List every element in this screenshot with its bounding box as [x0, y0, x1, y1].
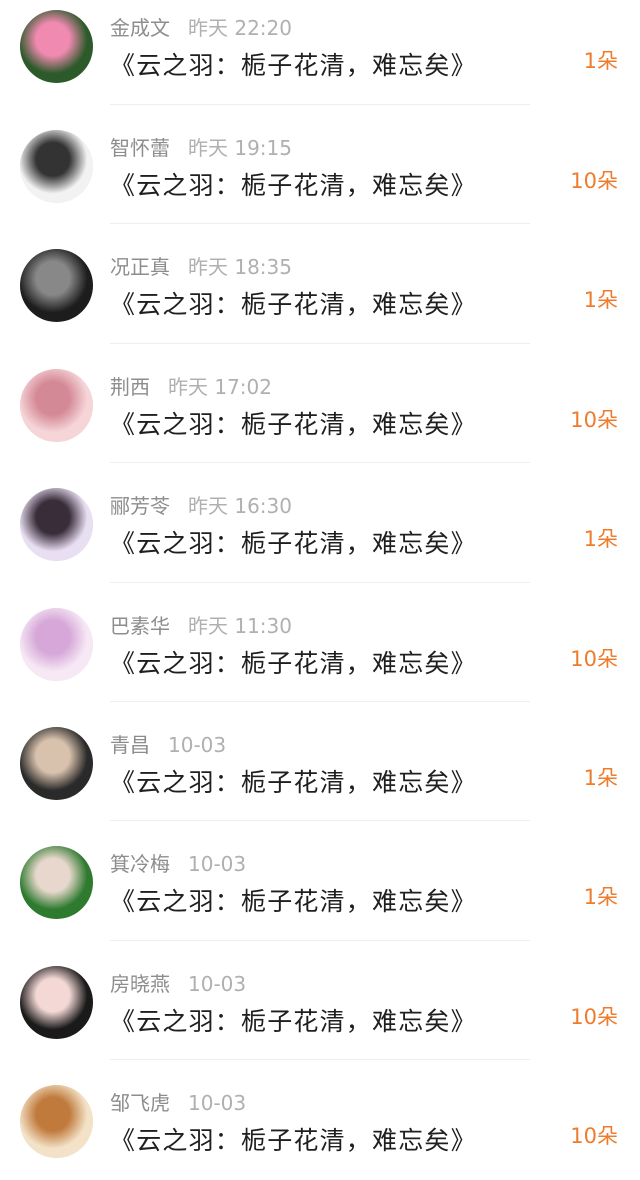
work-title[interactable]: 《云之羽：栀子花清，难忘矣》	[110, 524, 477, 560]
young-man-avatar-icon[interactable]	[20, 726, 93, 800]
flower-count: 1朵	[583, 885, 618, 910]
username[interactable]: 况正真	[110, 251, 170, 280]
person-dark-avatar-icon[interactable]	[20, 249, 93, 323]
work-title[interactable]: 《云之羽：栀子花清，难忘矣》	[110, 166, 477, 202]
flower-count: 10朵	[570, 646, 618, 671]
list-item[interactable]: 智怀蕾 昨天 19:15 《云之羽：栀子花清，难忘矣》 10朵	[0, 105, 640, 225]
list-item[interactable]: 巴素华 昨天 11:30 《云之羽：栀子花清，难忘矣》 10朵	[0, 583, 640, 702]
work-title[interactable]: 《云之羽：栀子花清，难忘矣》	[110, 46, 477, 82]
anime-girl-avatar-icon[interactable]	[20, 368, 93, 442]
timestamp: 10-03	[188, 852, 247, 877]
anime-pink-avatar-icon[interactable]	[20, 607, 93, 681]
flower-count: 10朵	[570, 1004, 618, 1029]
list-item[interactable]: 邹飞虎 10-03 《云之羽：栀子花清，难忘矣》 10朵	[0, 1060, 640, 1179]
timestamp: 昨天 22:20	[188, 16, 292, 40]
person-monochrome-avatar-icon[interactable]	[20, 130, 93, 203]
meta-row: 智怀蕾 昨天 19:15	[110, 132, 292, 162]
timestamp: 10-03	[168, 732, 227, 757]
anime-boy-avatar-icon[interactable]	[20, 1085, 93, 1159]
flower-count: 10朵	[570, 169, 618, 193]
work-title[interactable]: 《云之羽：栀子花清，难忘矣》	[110, 285, 477, 321]
timestamp: 昨天 16:30	[188, 494, 292, 519]
meta-row: 郦芳苓 昨天 16:30	[110, 490, 292, 520]
work-title[interactable]: 《云之羽：栀子花清，难忘矣》	[110, 644, 477, 680]
timestamp: 昨天 11:30	[188, 613, 292, 638]
green-cupcakes-avatar-icon[interactable]	[20, 846, 93, 920]
flower-count: 1朵	[583, 288, 618, 313]
username[interactable]: 智怀蕾	[110, 132, 170, 161]
list-item[interactable]: 青昌 10-03 《云之羽：栀子花清，难忘矣》 1朵	[0, 702, 640, 822]
list-item[interactable]: 郦芳苓 昨天 16:30 《云之羽：栀子花清，难忘矣》 1朵	[0, 463, 640, 583]
meta-row: 金成文 昨天 22:20	[110, 12, 292, 42]
list-item[interactable]: 况正真 昨天 18:35 《云之羽：栀子花清，难忘矣》 1朵	[0, 224, 640, 344]
list-item[interactable]: 金成文 昨天 22:20 《云之羽：栀子花清，难忘矣》 1朵	[0, 0, 640, 105]
meta-row: 巴素华 昨天 11:30	[110, 610, 292, 640]
work-title[interactable]: 《云之羽：栀子花清，难忘矣》	[110, 405, 477, 441]
flower-count: 10朵	[570, 1124, 618, 1149]
gift-records-list: 金成文 昨天 22:20 《云之羽：栀子花清，难忘矣》 1朵 智怀蕾 昨天 19:15 《云…	[0, 0, 640, 1180]
flower-count: 1朵	[583, 765, 618, 790]
flower-count: 1朵	[583, 527, 618, 552]
flower-count: 10朵	[570, 407, 618, 432]
username[interactable]: 荆西	[110, 371, 150, 400]
work-title[interactable]: 《云之羽：栀子花清，难忘矣》	[110, 763, 477, 799]
lotus-avatar-icon[interactable]	[20, 10, 93, 83]
list-item[interactable]: 箕冷梅 10-03 《云之羽：栀子花清，难忘矣》 1朵	[0, 821, 640, 941]
timestamp: 10-03	[188, 1091, 247, 1116]
girl-selfie-avatar-icon[interactable]	[20, 965, 93, 1039]
list-item[interactable]: 荆西 昨天 17:02 《云之羽：栀子花清，难忘矣》 10朵	[0, 344, 640, 464]
meta-row: 青昌 10-03	[110, 729, 226, 759]
username[interactable]: 青昌	[110, 729, 150, 758]
meta-row: 况正真 昨天 18:35	[110, 251, 292, 281]
couple-illustration-avatar-icon[interactable]	[20, 488, 93, 562]
timestamp: 昨天 18:35	[188, 255, 292, 280]
timestamp: 昨天 17:02	[168, 374, 272, 399]
username[interactable]: 房晓燕	[110, 968, 170, 997]
meta-row: 箕冷梅 10-03	[110, 848, 246, 878]
meta-row: 邹飞虎 10-03	[110, 1087, 246, 1117]
flower-count: 1朵	[583, 49, 618, 73]
username[interactable]: 郦芳苓	[110, 490, 170, 519]
timestamp: 昨天 19:15	[188, 136, 292, 160]
meta-row: 房晓燕 10-03	[110, 968, 246, 998]
username[interactable]: 金成文	[110, 12, 170, 41]
username[interactable]: 箕冷梅	[110, 848, 170, 877]
list-item[interactable]: 房晓燕 10-03 《云之羽：栀子花清，难忘矣》 10朵	[0, 941, 640, 1061]
work-title[interactable]: 《云之羽：栀子花清，难忘矣》	[110, 1002, 477, 1038]
work-title[interactable]: 《云之羽：栀子花清，难忘矣》	[110, 882, 477, 918]
username[interactable]: 邹飞虎	[110, 1087, 170, 1116]
username[interactable]: 巴素华	[110, 610, 170, 639]
timestamp: 10-03	[188, 971, 247, 996]
work-title[interactable]: 《云之羽：栀子花清，难忘矣》	[110, 1121, 477, 1157]
meta-row: 荆西 昨天 17:02	[110, 371, 272, 401]
